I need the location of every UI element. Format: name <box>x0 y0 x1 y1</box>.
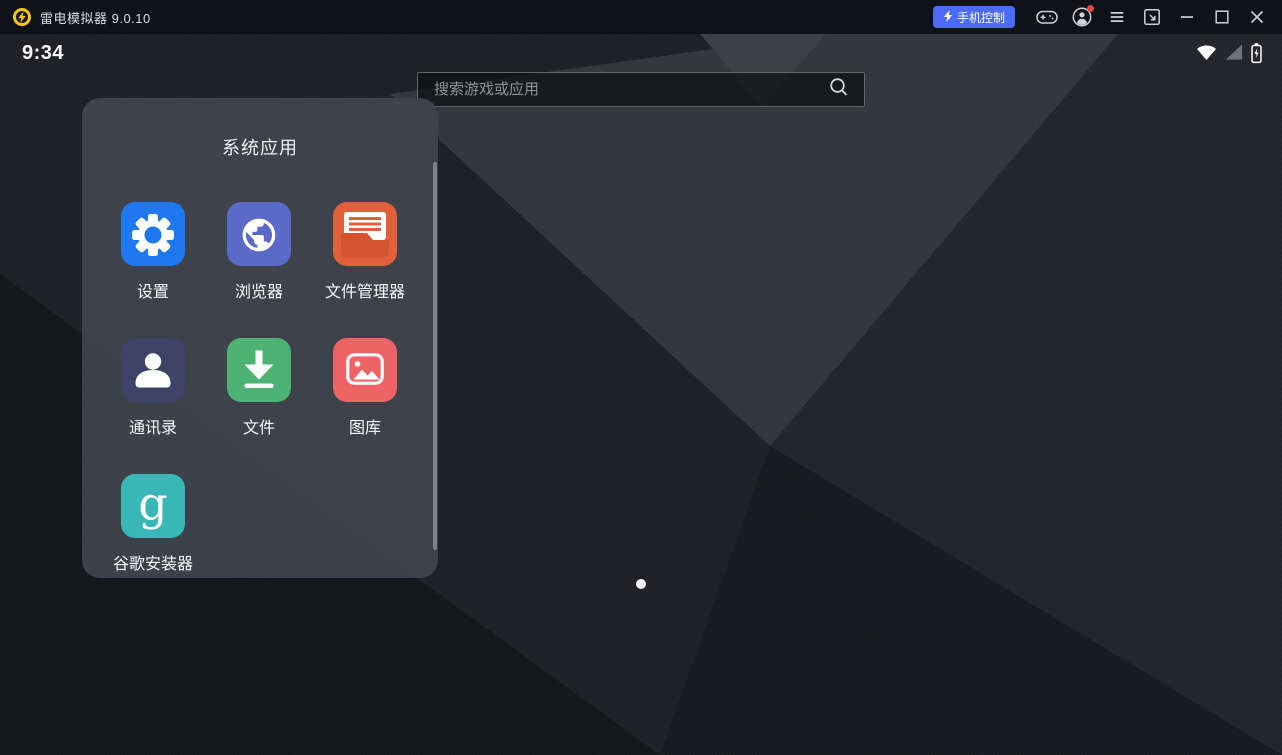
google-installer-g-icon: g <box>121 474 185 538</box>
emulator-window: 雷电模拟器 9.0.10 手机控制 <box>0 0 1282 755</box>
app-label: 浏览器 <box>235 278 283 302</box>
search-input[interactable] <box>434 81 828 98</box>
browser-globe-icon <box>227 202 291 266</box>
maximize-icon <box>1210 5 1234 29</box>
menu-icon <box>1105 5 1129 29</box>
ldplayer-logo-icon <box>12 7 32 27</box>
page-indicator-dot[interactable] <box>636 579 646 589</box>
status-icons <box>1195 41 1264 65</box>
minimize-button[interactable] <box>1172 0 1202 34</box>
search-bar[interactable] <box>417 72 865 107</box>
svg-text:g: g <box>138 477 167 531</box>
app-contacts[interactable]: 通讯录 <box>100 338 206 474</box>
system-apps-folder: 系统应用 设置 浏览器 文件管理器通讯录 文件 图库 g 谷歌安装器 <box>82 98 438 578</box>
app-browser[interactable]: 浏览器 <box>206 202 312 338</box>
lightning-bolt-icon <box>943 10 953 25</box>
maximize-button[interactable] <box>1207 0 1237 34</box>
fullscreen-button[interactable] <box>1137 0 1167 34</box>
phone-control-button[interactable]: 手机控制 <box>933 6 1015 28</box>
gamepad-icon <box>1035 5 1059 29</box>
phone-control-label: 手机控制 <box>957 9 1005 26</box>
file-manager-folder-icon <box>333 202 397 266</box>
contacts-person-icon <box>121 338 185 402</box>
app-google-installer[interactable]: g 谷歌安装器 <box>100 474 206 610</box>
files-download-icon <box>227 338 291 402</box>
folder-scrollbar[interactable] <box>433 162 437 550</box>
close-button[interactable] <box>1242 0 1272 34</box>
app-file-manager[interactable]: 文件管理器 <box>312 202 418 338</box>
app-label: 通讯录 <box>129 414 177 438</box>
window-titlebar: 雷电模拟器 9.0.10 手机控制 <box>0 0 1282 34</box>
settings-gear-icon <box>121 202 185 266</box>
status-time: 9:34 <box>22 42 64 65</box>
wifi-icon <box>1195 41 1218 68</box>
magnifier-icon[interactable] <box>828 76 850 103</box>
close-icon <box>1245 5 1269 29</box>
app-label: 谷歌安装器 <box>113 550 193 574</box>
support-agent-button[interactable] <box>1067 0 1097 34</box>
app-label: 文件管理器 <box>325 278 405 302</box>
app-label: 文件 <box>243 414 275 438</box>
app-grid: 设置 浏览器 文件管理器通讯录 文件 图库 g 谷歌安装器 <box>100 202 418 610</box>
android-home-screen: 9:34 <box>0 34 1282 755</box>
window-title: 雷电模拟器 9.0.10 <box>40 8 151 27</box>
app-files[interactable]: 文件 <box>206 338 312 474</box>
folder-title: 系统应用 <box>82 134 438 160</box>
minimize-icon <box>1175 5 1199 29</box>
app-settings[interactable]: 设置 <box>100 202 206 338</box>
gamepad-button[interactable] <box>1032 0 1062 34</box>
notification-dot <box>1087 5 1094 12</box>
menu-button[interactable] <box>1102 0 1132 34</box>
fullscreen-icon <box>1140 5 1164 29</box>
battery-charging-icon <box>1249 41 1264 70</box>
cellular-signal-icon <box>1223 41 1244 68</box>
gallery-image-icon <box>333 338 397 402</box>
app-gallery[interactable]: 图库 <box>312 338 418 474</box>
app-label: 设置 <box>137 278 169 302</box>
app-label: 图库 <box>349 414 381 438</box>
